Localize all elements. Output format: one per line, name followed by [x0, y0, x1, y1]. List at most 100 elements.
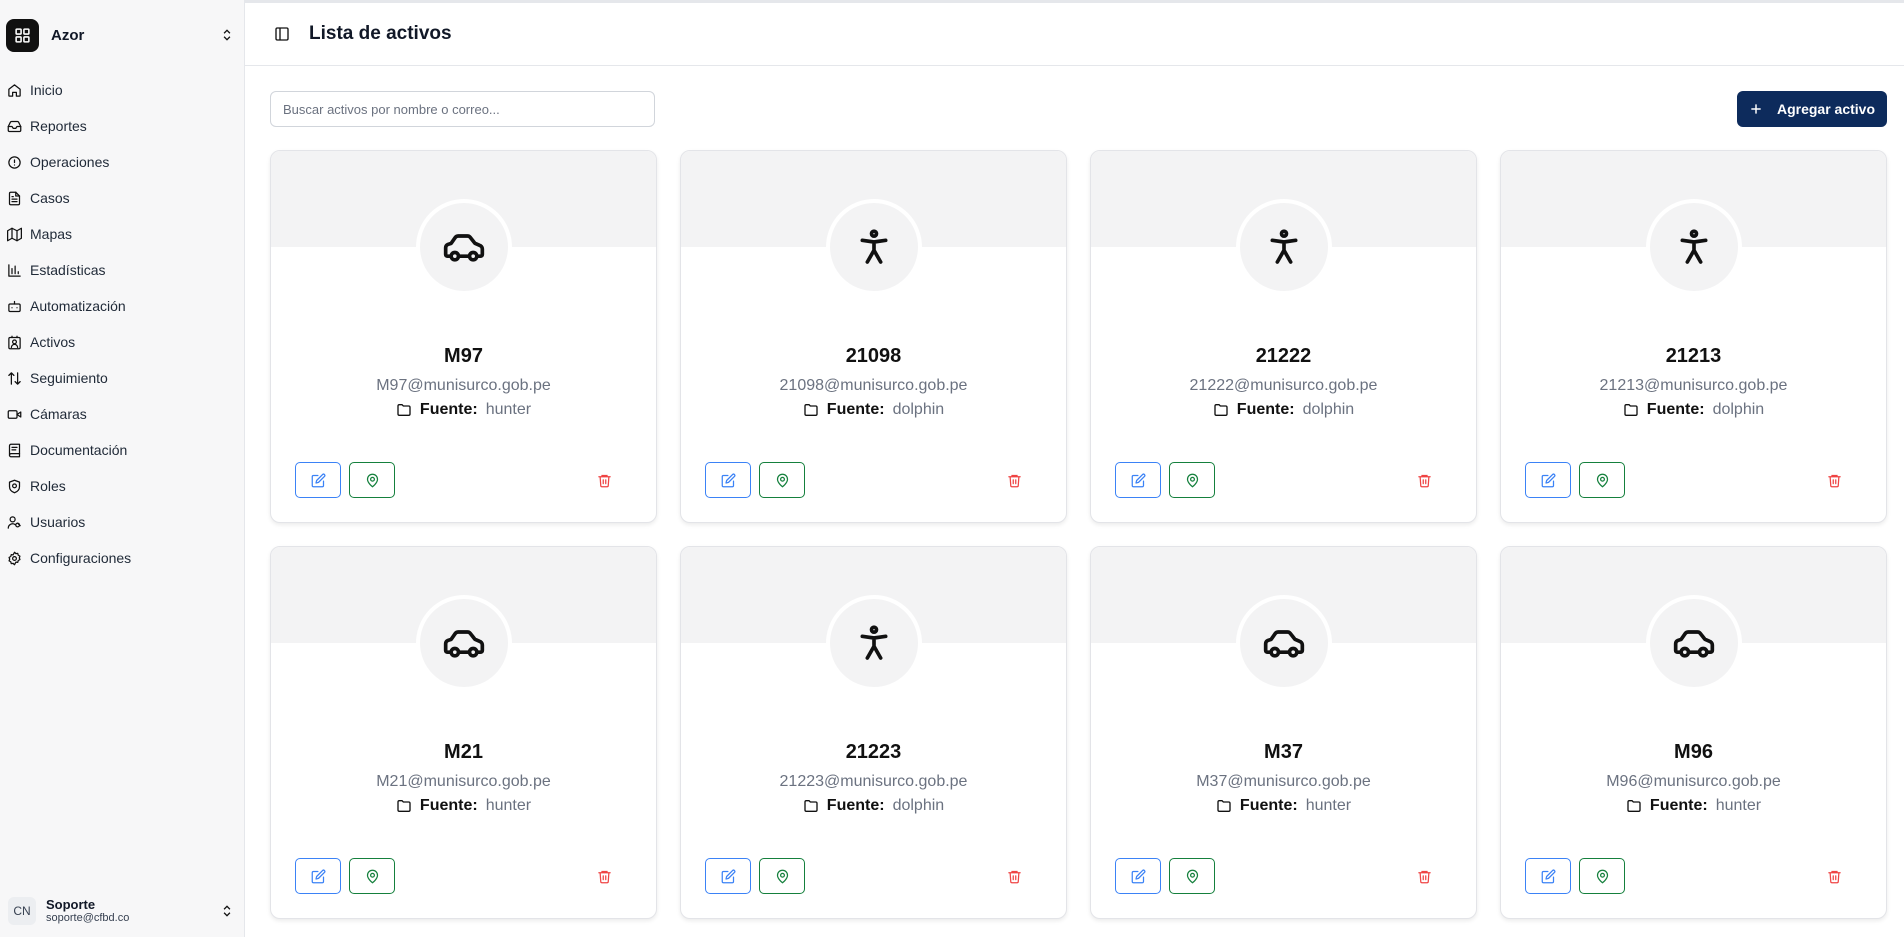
source-value: dolphin: [1302, 401, 1355, 418]
location-button[interactable]: [1579, 858, 1625, 894]
edit-icon: [1541, 473, 1555, 487]
add-asset-button[interactable]: Agregar activo: [1737, 91, 1887, 127]
trash-icon: [1827, 870, 1841, 883]
asset-card: 21222 21222@munisurco.gob.pe Fuente: dolphi…: [1090, 150, 1477, 523]
edit-button[interactable]: [705, 462, 751, 498]
sidebar-item-inicio[interactable]: Inicio: [0, 72, 244, 108]
location-button[interactable]: [1169, 858, 1215, 894]
asset-card: M21 M21@munisurco.gob.pe Fuente: hunter: [270, 546, 657, 919]
source-label: Fuente:: [826, 797, 885, 814]
delete-button[interactable]: [1410, 466, 1438, 494]
inbox-icon: [7, 120, 22, 132]
sidebar-item-label: Inicio: [30, 82, 63, 98]
toolbar: Agregar activo: [270, 90, 1887, 128]
location-button[interactable]: [349, 858, 395, 894]
delete-button[interactable]: [1820, 466, 1848, 494]
user-menu[interactable]: CN Soporte soporte@cfbd.co: [0, 885, 244, 937]
sidebar-item-mapas[interactable]: Mapas: [0, 216, 244, 252]
sidebar-item-label: Reportes: [30, 118, 87, 134]
edit-button[interactable]: [1525, 858, 1571, 894]
car-icon: [415, 199, 512, 295]
sidebar-item-label: Activos: [30, 334, 76, 350]
sidebar-item-label: Seguimiento: [30, 370, 108, 386]
car-icon: [415, 595, 512, 691]
sidebar-item-automatizacion[interactable]: Automatización: [0, 288, 244, 324]
asset-name: 21213: [1665, 345, 1722, 367]
asset-email: M97@munisurco.gob.pe: [376, 377, 551, 394]
sidebar-item-usuarios[interactable]: Usuarios: [0, 504, 244, 540]
home-icon: [8, 83, 21, 97]
asset-email: 21222@munisurco.gob.pe: [1189, 377, 1378, 394]
folder-icon: [1627, 800, 1641, 812]
edit-button[interactable]: [295, 462, 341, 498]
edit-button[interactable]: [1115, 462, 1161, 498]
sidebar-item-operaciones[interactable]: Operaciones: [0, 144, 244, 180]
asset-name: 21098: [845, 345, 902, 367]
delete-button[interactable]: [1410, 862, 1438, 890]
sidebar-item-seguimiento[interactable]: Seguimiento: [0, 360, 244, 396]
car-icon: [1235, 595, 1332, 691]
search-input[interactable]: [270, 91, 655, 127]
user-key-icon: [7, 515, 21, 529]
asset-card: M96 M96@munisurco.gob.pe Fuente: hunter: [1500, 546, 1887, 919]
sidebar-item-label: Casos: [30, 190, 70, 206]
sidebar-item-documentacion[interactable]: Documentación: [0, 432, 244, 468]
location-button[interactable]: [1579, 462, 1625, 498]
car-icon: [1645, 595, 1742, 691]
asset-source: Fuente: dolphin: [681, 797, 1066, 815]
map-pin-icon: [776, 473, 788, 488]
map-pin-icon: [1596, 869, 1608, 884]
trash-icon: [597, 870, 611, 883]
location-button[interactable]: [349, 462, 395, 498]
delete-button[interactable]: [590, 862, 618, 890]
asset-name: 21222: [1255, 345, 1312, 367]
sidebar-toggle-icon[interactable]: [271, 23, 293, 45]
edit-button[interactable]: [705, 858, 751, 894]
map-pin-icon: [1186, 473, 1198, 488]
asset-name: M96: [1674, 741, 1713, 763]
edit-button[interactable]: [1115, 858, 1161, 894]
location-button[interactable]: [1169, 462, 1215, 498]
contact-icon: [8, 335, 21, 349]
edit-icon: [1541, 869, 1555, 883]
sidebar-item-estadisticas[interactable]: Estadísticas: [0, 252, 244, 288]
person-icon: [825, 199, 922, 295]
source-value: dolphin: [892, 797, 945, 814]
folder-icon: [397, 800, 411, 812]
add-asset-label: Agregar activo: [1776, 101, 1876, 117]
asset-source: Fuente: hunter: [271, 797, 656, 815]
asset-source: Fuente: hunter: [1501, 797, 1886, 815]
delete-button[interactable]: [1000, 862, 1028, 890]
asset-email: 21213@munisurco.gob.pe: [1599, 377, 1788, 394]
location-button[interactable]: [759, 462, 805, 498]
delete-button[interactable]: [1820, 862, 1848, 890]
location-button[interactable]: [759, 858, 805, 894]
trash-icon: [1007, 474, 1021, 487]
sidebar-item-label: Automatización: [30, 298, 126, 314]
sidebar-item-label: Configuraciones: [30, 550, 132, 566]
edit-button[interactable]: [295, 858, 341, 894]
trash-icon: [1007, 870, 1021, 883]
org-switcher[interactable]: Azor: [0, 0, 244, 70]
sidebar-item-configuraciones[interactable]: Configuraciones: [0, 540, 244, 576]
sidebar-item-camaras[interactable]: Cámaras: [0, 396, 244, 432]
delete-button[interactable]: [1000, 466, 1028, 494]
trash-icon: [1827, 474, 1841, 487]
folder-icon: [397, 404, 411, 416]
edit-button[interactable]: [1525, 462, 1571, 498]
source-value: dolphin: [892, 401, 945, 418]
sidebar-item-roles[interactable]: Roles: [0, 468, 244, 504]
source-label: Fuente:: [1649, 797, 1708, 814]
sidebar-item-label: Cámaras: [30, 406, 87, 422]
map-pin-icon: [776, 869, 788, 884]
sidebar-item-activos[interactable]: Activos: [0, 324, 244, 360]
delete-button[interactable]: [590, 466, 618, 494]
trash-icon: [1417, 870, 1431, 883]
sidebar-item-reportes[interactable]: Reportes: [0, 108, 244, 144]
source-label: Fuente:: [1239, 797, 1298, 814]
sidebar-item-casos[interactable]: Casos: [0, 180, 244, 216]
asset-email: M96@munisurco.gob.pe: [1606, 773, 1781, 790]
source-label: Fuente:: [419, 797, 478, 814]
sidebar-item-label: Estadísticas: [30, 262, 106, 278]
asset-source: Fuente: hunter: [271, 401, 656, 419]
